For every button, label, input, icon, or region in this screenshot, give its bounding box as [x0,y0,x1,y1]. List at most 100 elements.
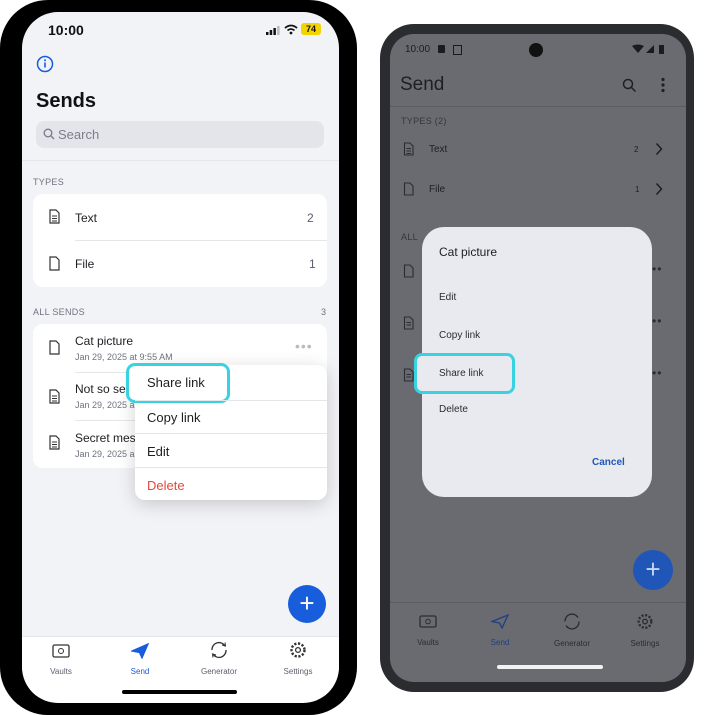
cancel-button[interactable]: Cancel [592,457,625,468]
more-options-icon[interactable]: •• [652,314,662,328]
tab-label: Send [130,667,150,676]
divider [390,602,686,603]
page-title: Sends [36,90,97,112]
text-document-icon [403,142,414,156]
tab-vaults[interactable]: Vaults [31,643,91,676]
share-link-menu-item[interactable]: Share link [126,363,230,403]
status-icons [632,44,664,54]
chevron-right-icon [655,182,663,196]
more-options-icon[interactable]: ••• [295,338,313,354]
paper-plane-icon [489,613,510,630]
add-send-button[interactable]: + [288,585,326,623]
plus-icon: + [645,554,661,584]
menu-item-label: Edit [147,444,170,459]
file-icon [49,256,60,271]
wifi-icon [284,24,298,35]
type-count: 2 [307,211,314,225]
cellular-signal-icon [266,26,280,35]
dialog-title: Cat picture [439,245,498,259]
dialog-edit-option[interactable]: Edit [422,280,652,314]
type-label: Text [75,211,98,225]
battery-icon: 74 [301,23,321,35]
types-section-label: TYPES [33,177,65,187]
type-label: File [75,257,95,271]
info-icon[interactable] [36,55,54,73]
divider [390,106,686,107]
tab-label: Vaults [50,667,72,676]
dialog-option-label: Copy link [439,330,481,341]
file-icon [49,340,60,355]
tab-label: Settings [283,667,313,676]
tab-settings[interactable]: Settings [268,641,328,676]
camera-cutout [529,43,543,57]
search-input[interactable]: Search [36,121,324,148]
ios-status-time: 10:00 [48,22,84,38]
send-name: Cat picture [75,334,134,348]
tab-label: Vaults [417,638,439,647]
gesture-bar [497,665,603,669]
text-document-icon [49,389,60,404]
more-vert-icon[interactable] [660,77,666,93]
type-row-file[interactable]: File 1 [390,172,686,208]
tab-label: Send [490,638,510,647]
menu-item-label: Delete [147,478,185,493]
search-icon [43,128,55,140]
generator-refresh-icon [211,642,227,658]
dialog-copy-link-option[interactable]: Copy link [422,318,652,352]
type-label: File [429,184,446,195]
dialog-option-label: Delete [439,404,468,415]
type-row-file[interactable]: File 1 [33,241,327,287]
type-count: 1 [309,257,316,271]
tab-generator[interactable]: Generator [542,613,602,648]
tab-label: Generator [200,667,238,676]
file-icon [403,264,414,278]
page-title: Send [400,74,445,95]
generator-refresh-icon [564,613,580,630]
send-name: Secret mes [75,431,136,445]
gear-icon [637,614,653,629]
more-options-icon[interactable]: •• [652,262,662,276]
type-row-text[interactable]: Text 2 [33,194,327,240]
battery-level: 74 [305,24,316,34]
gear-icon [290,642,306,658]
send-date: Jan 29, 2025 at 9:55 AM [75,352,173,362]
text-document-icon [403,368,414,382]
send-date: Jan 29, 2025 a [75,449,135,459]
all-sends-section-label: ALL [401,232,418,242]
search-icon[interactable] [622,78,637,93]
text-document-icon [49,435,60,450]
tab-send[interactable]: Send [470,613,530,647]
vault-icon [419,615,437,628]
notification-icon [453,45,462,55]
dialog-delete-option[interactable]: Delete [422,393,652,427]
file-icon [403,182,414,196]
chevron-right-icon [655,142,663,156]
delete-menu-item[interactable]: Delete [135,468,327,500]
tab-settings[interactable]: Settings [615,613,675,648]
home-indicator [122,690,237,694]
tab-send[interactable]: Send [110,642,170,676]
all-sends-count: 3 [321,307,327,317]
copy-link-menu-item[interactable]: Copy link [135,401,327,433]
search-placeholder: Search [58,127,100,142]
dialog-option-label: Share link [439,368,484,379]
type-row-text[interactable]: Text 2 [390,132,686,168]
paper-plane-icon [129,642,150,660]
types-section-label: TYPES (2) [401,116,447,126]
edit-menu-item[interactable]: Edit [135,434,327,466]
all-sends-section-label: ALL SENDS [33,307,85,317]
dialog-share-link-option[interactable]: Share link [414,353,515,394]
android-status-time: 10:00 [405,44,431,55]
plus-icon: + [299,588,315,618]
add-send-button[interactable]: + [633,550,673,590]
tab-generator[interactable]: Generator [189,641,249,676]
notification-icon [438,45,445,53]
type-label: Text [429,144,448,155]
more-options-icon[interactable]: •• [652,366,662,380]
dialog-option-label: Edit [439,292,457,303]
text-document-icon [403,316,414,330]
type-count: 1 [635,185,640,194]
menu-item-label: Share link [147,375,205,390]
tab-vaults[interactable]: Vaults [398,614,458,647]
divider [22,160,339,161]
